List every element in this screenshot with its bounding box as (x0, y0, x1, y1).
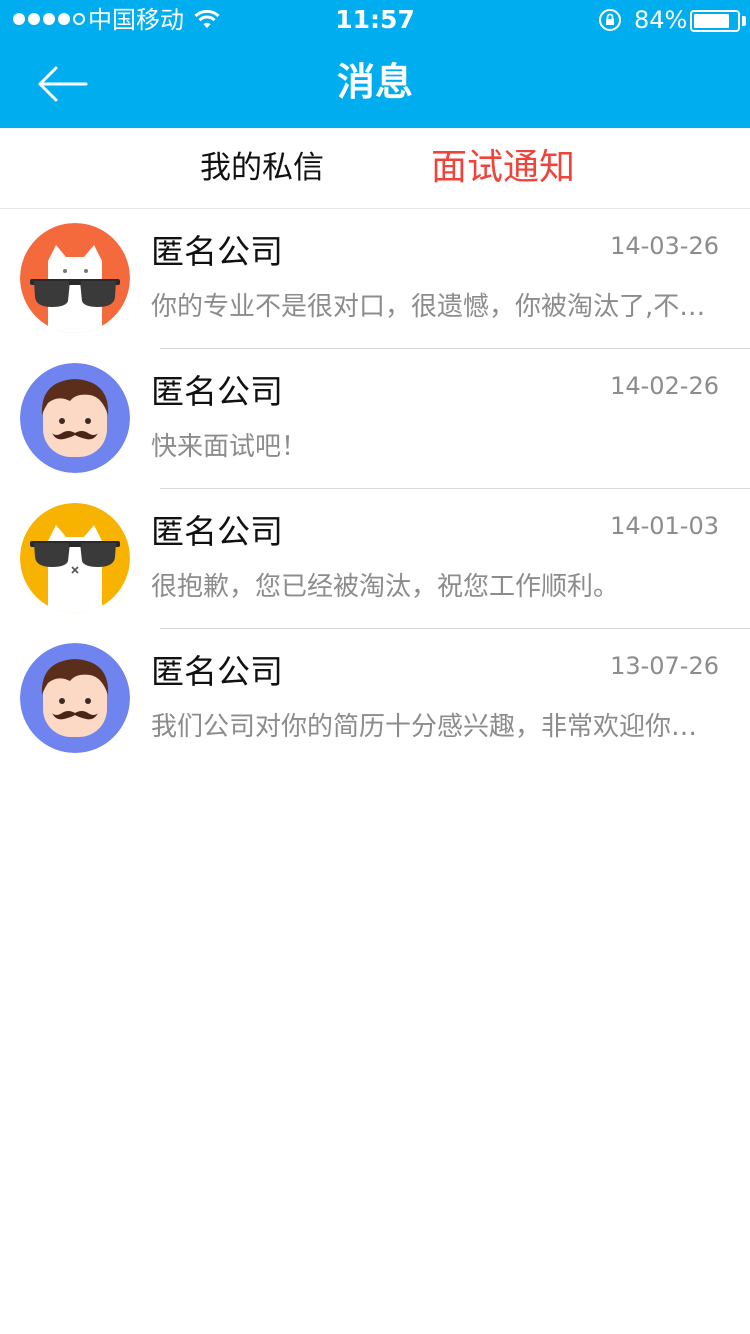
message-date: 14-02-26 (610, 372, 719, 400)
message-preview: 很抱歉，您已经被淘汰，祝您工作顺利。 (151, 572, 620, 602)
message-date: 13-07-26 (610, 652, 719, 680)
message-date: 14-03-26 (610, 232, 719, 260)
status-bar: 中国移动 11:57 84% (0, 0, 750, 40)
message-row[interactable]: 匿名公司 13-07-26 我们公司对你的简历十分感兴趣，非常欢迎你来面试 (0, 629, 750, 769)
company-name: 匿名公司 (151, 512, 283, 551)
message-row[interactable]: 匿名公司 14-03-26 你的专业不是很对口，很遗憾，你被淘汰了,不要灰心 (0, 209, 750, 349)
message-preview: 快来面试吧！ (151, 432, 308, 462)
battery-fill (694, 14, 730, 28)
message-preview: 我们公司对你的简历十分感兴趣，非常欢迎你来面试 (151, 712, 721, 742)
mustache-man-avatar (20, 643, 130, 753)
tab-interview-notices[interactable]: 面试通知 (431, 128, 575, 208)
rotation-lock-icon (598, 8, 622, 36)
white-cat-sunglasses-avatar (20, 503, 130, 613)
battery-nub (742, 16, 746, 26)
message-row[interactable]: 匿名公司 14-01-03 很抱歉，您已经被淘汰，祝您工作顺利。 (0, 489, 750, 629)
app-header: 中国移动 11:57 84% 消息 (0, 0, 750, 128)
page-title: 消息 (336, 60, 413, 104)
company-name: 匿名公司 (151, 372, 283, 411)
message-preview: 你的专业不是很对口，很遗憾，你被淘汰了,不要灰心 (151, 292, 721, 322)
battery-icon (690, 10, 740, 32)
white-cat-sunglasses-avatar (20, 223, 130, 333)
tab-bar: 我的私信 面试通知 (0, 128, 750, 209)
message-list: 匿名公司 14-03-26 你的专业不是很对口，很遗憾，你被淘汰了,不要灰心 匿… (0, 209, 750, 769)
tab-private-messages[interactable]: 我的私信 (200, 128, 324, 208)
company-name: 匿名公司 (151, 652, 283, 691)
message-date: 14-01-03 (610, 512, 719, 540)
company-name: 匿名公司 (151, 232, 283, 271)
message-row[interactable]: 匿名公司 14-02-26 快来面试吧！ (0, 349, 750, 489)
mustache-man-avatar (20, 363, 130, 473)
battery-percent: 84% (634, 6, 688, 34)
